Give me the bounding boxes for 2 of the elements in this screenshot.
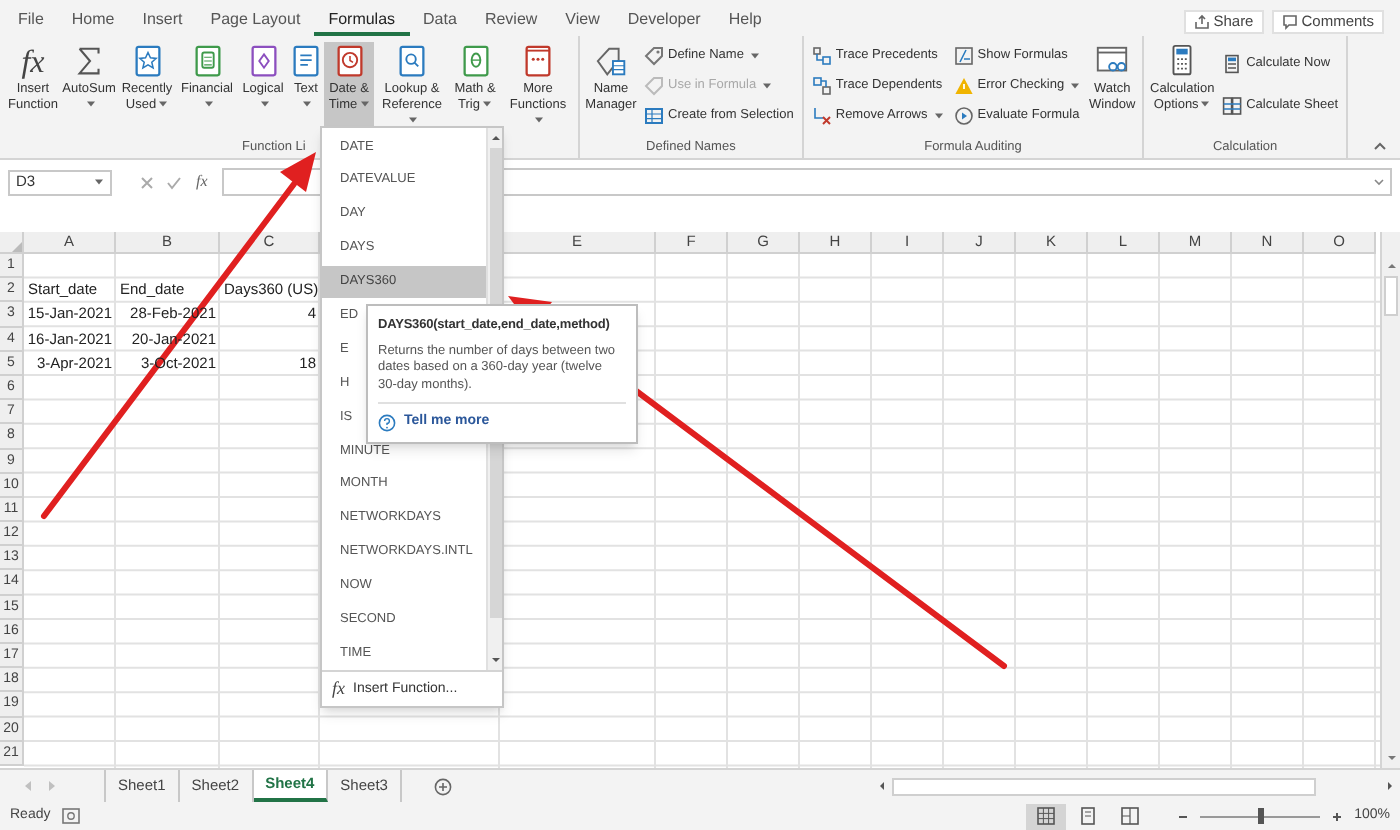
function-icon: fx [332, 676, 345, 703]
function-icon: fx [21, 44, 45, 82]
